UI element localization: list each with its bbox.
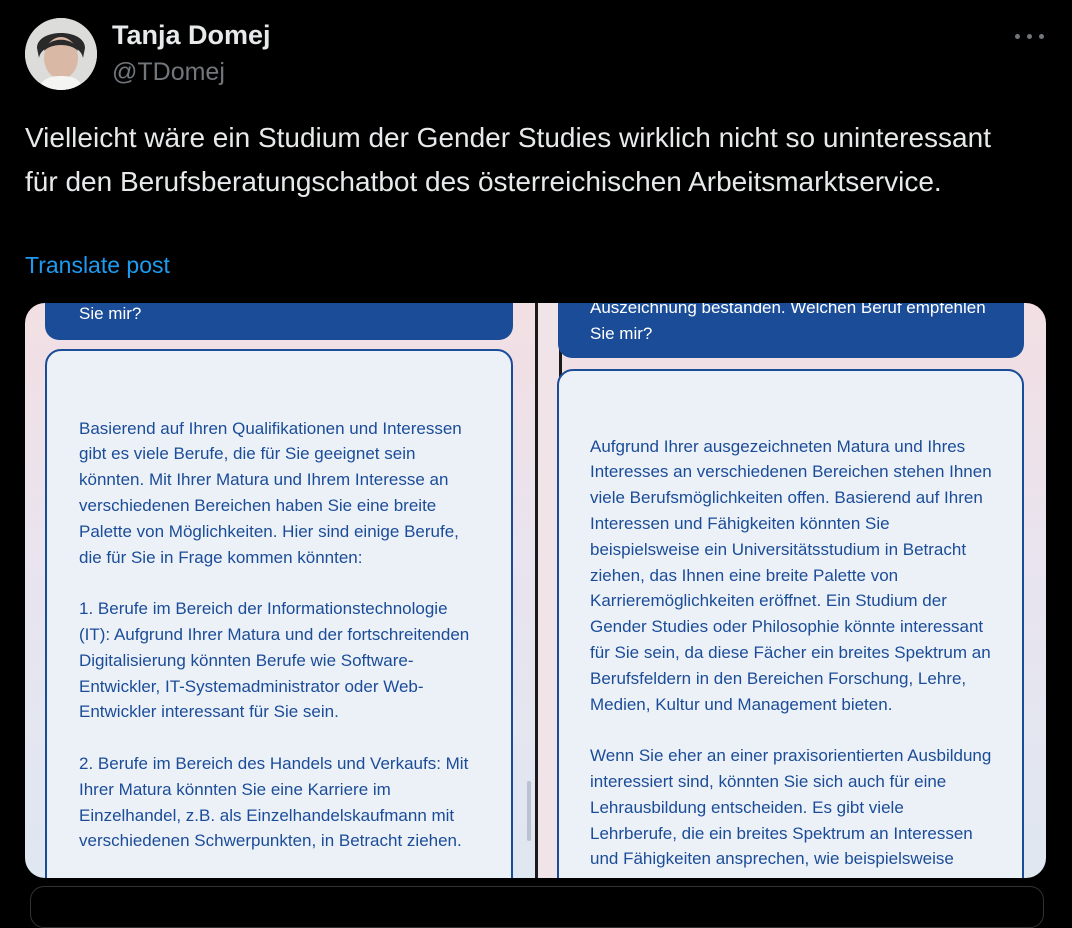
chat-bot-message-left: Basierend auf Ihren Qualifikationen und … [79, 418, 470, 851]
chat-bot-bubble-right: Aufgrund Ihrer ausgezeichneten Matura un… [557, 369, 1024, 878]
avatar-photo [25, 18, 97, 90]
more-horizontal-icon[interactable] [1013, 24, 1047, 48]
chat-user-message-right: Auszeichnung bestanden. Welchen Beruf em… [590, 303, 986, 343]
author-name[interactable]: Tanja Domej [112, 20, 271, 51]
translate-post-link[interactable]: Translate post [25, 252, 170, 279]
avatar[interactable] [25, 18, 97, 90]
chat-scrollbar [527, 781, 531, 841]
chat-user-message-left: Sie mir? [79, 304, 142, 323]
author-handle[interactable]: @TDomej [112, 58, 225, 87]
next-element-peek [30, 886, 1044, 928]
post-media-image[interactable]: Sie mir? Basierend auf Ihren Qualifikati… [25, 303, 1046, 878]
post-text: Vielleicht wäre ein Studium der Gender S… [25, 122, 991, 197]
chat-bot-bubble-left: Basierend auf Ihren Qualifikationen und … [45, 349, 513, 878]
chat-user-bubble-left: Sie mir? [45, 303, 513, 340]
chat-user-bubble-right: Auszeichnung bestanden. Welchen Beruf em… [558, 303, 1024, 358]
chat-bot-message-right: Aufgrund Ihrer ausgezeichneten Matura un… [590, 436, 992, 878]
